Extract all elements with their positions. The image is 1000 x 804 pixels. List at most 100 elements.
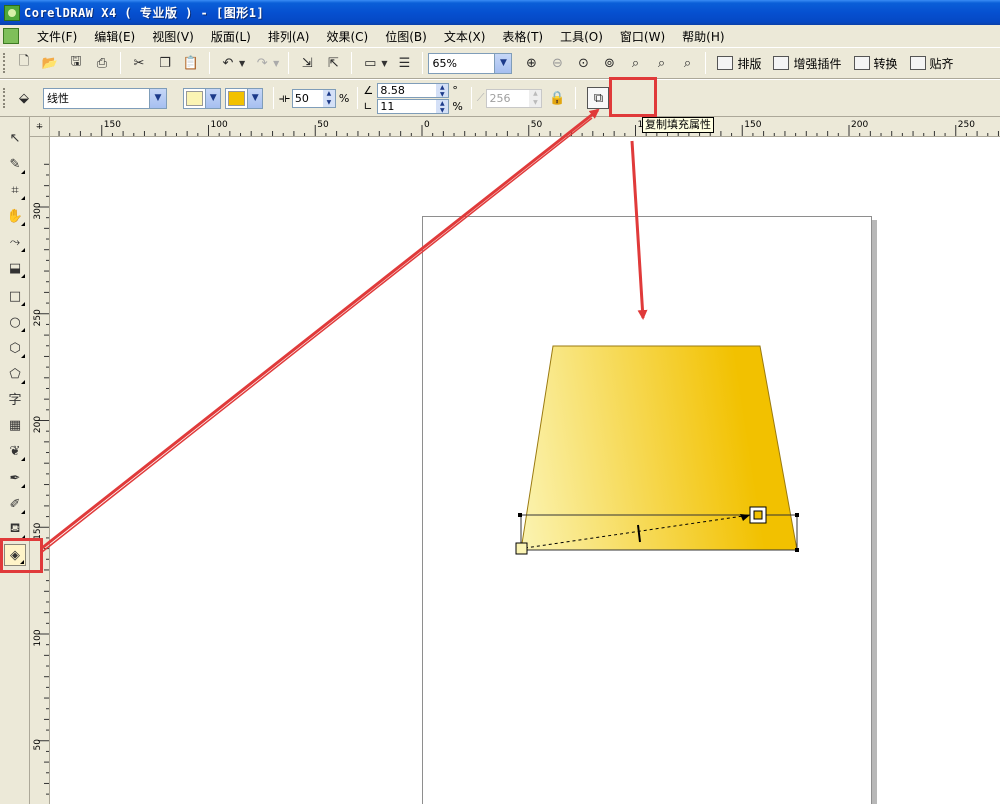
- eyedropper-icon[interactable]: ✒: [4, 467, 26, 489]
- menu-window[interactable]: 窗口(W): [612, 28, 674, 45]
- vertical-ruler[interactable]: 300 250 200 150 100 50: [30, 137, 50, 804]
- fill-icon[interactable]: ⛾: [4, 518, 26, 540]
- ruler-label: 250: [958, 120, 975, 130]
- spin-up-icon[interactable]: ▲: [529, 90, 541, 99]
- ruler-label: 300: [33, 202, 43, 219]
- layout-button[interactable]: 排版: [717, 55, 761, 72]
- edge-pad-unit: %: [452, 99, 463, 113]
- angle-spinner[interactable]: 8.58 ▲ ▼: [377, 82, 450, 98]
- start-color-picker[interactable]: ▼: [183, 87, 221, 109]
- import-icon[interactable]: ⇲: [296, 52, 318, 74]
- horizontal-ruler[interactable]: 15010050050100150200250: [50, 117, 1000, 137]
- smart-fill-icon[interactable]: ⬓: [4, 257, 26, 279]
- paste-icon[interactable]: 📋: [180, 52, 202, 74]
- document-icon[interactable]: [3, 28, 19, 44]
- menu-help[interactable]: 帮助(H): [674, 28, 733, 45]
- convert-button[interactable]: 转换: [853, 55, 898, 72]
- zoom-page-height-icon[interactable]: ⌕: [676, 52, 698, 74]
- spin-down-icon[interactable]: ▼: [436, 91, 448, 98]
- toolbar-grip[interactable]: [3, 53, 7, 73]
- start-handle[interactable]: [515, 542, 528, 555]
- end-color-picker[interactable]: ▼: [225, 87, 263, 109]
- menu-effects[interactable]: 效果(C): [318, 28, 377, 45]
- menu-bar: 文件(F) 编辑(E) 视图(V) 版面(L) 排列(A) 效果(C) 位图(B…: [0, 25, 1000, 47]
- text-icon[interactable]: 字: [4, 387, 26, 409]
- drawing-canvas[interactable]: [50, 137, 1000, 804]
- zoom-all-objects-icon[interactable]: ⊚: [598, 52, 620, 74]
- zoom-page-icon[interactable]: ⌕: [624, 52, 646, 74]
- chevron-down-icon[interactable]: ▼: [494, 53, 512, 73]
- lock-icon[interactable]: 🔒: [546, 87, 568, 109]
- chevron-down-icon[interactable]: ▼: [149, 88, 166, 108]
- spin-down-icon[interactable]: ▼: [529, 98, 541, 107]
- chevron-down-icon[interactable]: ▼: [205, 88, 220, 108]
- plugins-button-label: 增强插件: [793, 56, 842, 71]
- menu-tools[interactable]: 工具(O): [552, 28, 612, 45]
- launcher-dropdown-icon[interactable]: ▼: [381, 59, 387, 68]
- zoom-in-icon[interactable]: ⊕: [520, 52, 542, 74]
- zoom-out-icon[interactable]: ⊖: [546, 52, 568, 74]
- title-bar: CorelDRAW X4 ( 专业版 ) - [图形1]: [0, 0, 1000, 25]
- polygon-icon[interactable]: ⬡: [4, 337, 26, 359]
- copy-icon[interactable]: ❐: [154, 52, 176, 74]
- zoom-page-width-icon[interactable]: ⌕: [650, 52, 672, 74]
- menu-layout[interactable]: 版面(L): [203, 28, 260, 45]
- menu-view[interactable]: 视图(V): [144, 28, 203, 45]
- basic-shapes-icon[interactable]: ⬠: [4, 363, 26, 385]
- fill-type-combo[interactable]: 线性 ▼: [43, 87, 167, 109]
- menu-table[interactable]: 表格(T): [494, 28, 552, 45]
- save-icon[interactable]: 🖫: [65, 52, 87, 74]
- spin-down-icon[interactable]: ▼: [323, 98, 335, 107]
- spin-up-icon[interactable]: ▲: [436, 84, 448, 91]
- blend-icon[interactable]: ❦: [4, 440, 26, 462]
- copy-fill-properties-icon[interactable]: ⧉: [587, 87, 610, 109]
- menu-edit[interactable]: 编辑(E): [86, 28, 144, 45]
- property-bar-grip[interactable]: [3, 88, 7, 108]
- edge-pad-spinner[interactable]: 11 ▲ ▼: [377, 98, 450, 114]
- rectangle-icon[interactable]: □: [4, 285, 26, 307]
- steps-spinner[interactable]: 256 ▲ ▼: [486, 88, 543, 108]
- redo-icon[interactable]: ↷: [251, 52, 273, 74]
- zoom-pan-icon[interactable]: ✋: [4, 205, 26, 227]
- cut-icon[interactable]: ✂: [128, 52, 150, 74]
- menu-text[interactable]: 文本(X): [436, 28, 495, 45]
- shape-icon[interactable]: ✎: [4, 153, 26, 175]
- highlight-interactive-fill-tool: [0, 538, 43, 573]
- application-launcher-icon[interactable]: ▭: [359, 52, 381, 74]
- welcome-screen-icon[interactable]: ☰: [393, 52, 415, 74]
- coreldraw-app-icon: [4, 4, 20, 21]
- freehand-icon[interactable]: ⤳: [4, 231, 26, 253]
- chevron-down-icon[interactable]: ▼: [247, 88, 262, 108]
- ruler-label: 50: [531, 120, 543, 130]
- undo-icon[interactable]: ↶: [217, 52, 239, 74]
- pick-icon[interactable]: ↖: [4, 127, 26, 149]
- crop-icon[interactable]: ⌗: [4, 179, 26, 201]
- print-icon[interactable]: ⎙: [91, 52, 113, 74]
- midpoint-unit: %: [338, 91, 350, 105]
- menu-file[interactable]: 文件(F): [29, 28, 86, 45]
- snap-button[interactable]: 贴齐: [909, 55, 954, 72]
- ellipse-icon[interactable]: ○: [4, 311, 26, 333]
- fill-type-value: 线性: [47, 92, 69, 105]
- spin-up-icon[interactable]: ▲: [323, 90, 335, 99]
- zoom-level-combo[interactable]: 65% ▼: [428, 52, 513, 74]
- menu-arrange[interactable]: 排列(A): [260, 28, 319, 45]
- zoom-selected-icon[interactable]: ⊙: [572, 52, 594, 74]
- midpoint-value: 50: [294, 91, 309, 105]
- new-document-icon[interactable]: 🗋: [13, 52, 35, 74]
- outline-pen-icon[interactable]: ✐: [4, 493, 26, 515]
- plugins-button[interactable]: 增强插件: [773, 55, 842, 72]
- export-icon[interactable]: ⇱: [322, 52, 344, 74]
- table-icon[interactable]: ▦: [4, 414, 26, 436]
- fill-type-icon[interactable]: ⬙: [13, 87, 35, 109]
- ruler-label: 250: [33, 309, 43, 326]
- midpoint-spinner[interactable]: 50 ▲ ▼: [291, 88, 336, 108]
- menu-bitmaps[interactable]: 位图(B): [377, 28, 436, 45]
- spin-down-icon[interactable]: ▼: [436, 107, 448, 114]
- undo-dropdown-icon[interactable]: ▼: [239, 59, 245, 68]
- redo-dropdown-icon[interactable]: ▼: [273, 59, 279, 68]
- ruler-origin[interactable]: ⁜: [30, 117, 50, 137]
- window-title: CorelDRAW X4 ( 专业版 ) - [图形1]: [24, 6, 265, 20]
- open-folder-icon[interactable]: 📂: [39, 52, 61, 74]
- spin-up-icon[interactable]: ▲: [436, 100, 448, 107]
